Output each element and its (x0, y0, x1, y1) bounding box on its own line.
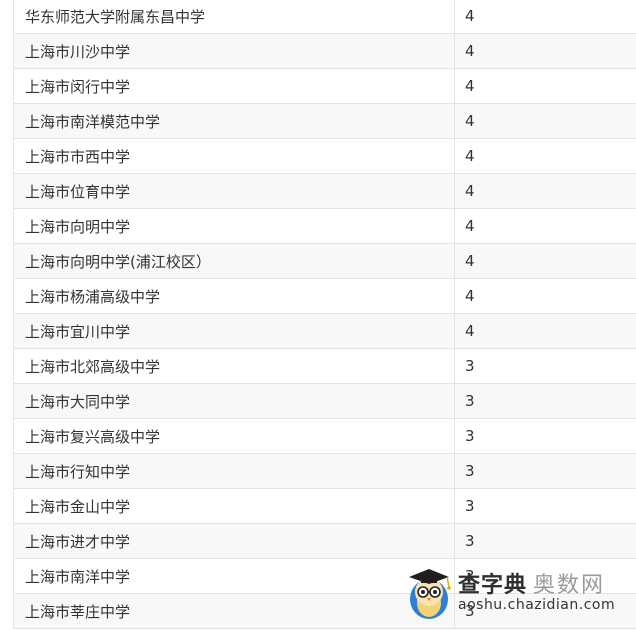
count-cell: 3 (465, 462, 475, 480)
school-name-cell: 上海市杨浦高级中学 (14, 279, 455, 313)
table-row: 上海市位育中学 4 (14, 174, 636, 209)
count-cell: 4 (465, 322, 475, 340)
count-cell: 4 (465, 7, 475, 25)
school-table: 华东师范大学附属东昌中学 4 上海市川沙中学 4 上海市闵行中学 4 上海市南洋模范中学 4 上… (13, 0, 636, 629)
table-row: 上海市宜川中学 4 (14, 314, 636, 349)
table-row: 上海市市西中学 4 (14, 139, 636, 174)
table-row: 上海市杨浦高级中学 4 (14, 279, 636, 314)
table-row: 上海市川沙中学 4 (14, 34, 636, 69)
school-name-cell: 上海市宜川中学 (14, 314, 455, 348)
school-name-cell: 华东师范大学附属东昌中学 (14, 0, 455, 33)
count-cell: 4 (465, 287, 475, 305)
school-name-cell: 上海市大同中学 (14, 384, 455, 418)
table-row: 上海市大同中学 3 (14, 384, 636, 419)
table-row: 上海市南洋模范中学 4 (14, 104, 636, 139)
count-cell: 3 (465, 532, 475, 550)
count-cell: 4 (465, 217, 475, 235)
school-name-cell: 上海市位育中学 (14, 174, 455, 208)
school-name-cell: 上海市南洋模范中学 (14, 104, 455, 138)
count-cell: 3 (465, 427, 475, 445)
count-cell: 4 (465, 112, 475, 130)
count-cell: 4 (465, 147, 475, 165)
count-cell: 3 (465, 567, 475, 585)
table-row: 上海市向明中学(浦江校区） 4 (14, 244, 636, 279)
table-row: 上海市金山中学 3 (14, 489, 636, 524)
count-cell: 4 (465, 77, 475, 95)
table-row: 上海市闵行中学 4 (14, 69, 636, 104)
table-row: 上海市莘庄中学 3 (14, 594, 636, 629)
count-cell: 3 (465, 392, 475, 410)
table-row: 上海市行知中学 3 (14, 454, 636, 489)
school-name-cell: 上海市向明中学 (14, 209, 455, 243)
count-cell: 4 (465, 42, 475, 60)
count-cell: 4 (465, 252, 475, 270)
school-name-cell: 上海市向明中学(浦江校区） (14, 244, 455, 278)
table-row: 上海市复兴高级中学 3 (14, 419, 636, 454)
table-row: 上海市向明中学 4 (14, 209, 636, 244)
table-row: 上海市南洋中学 3 (14, 559, 636, 594)
school-name-cell: 上海市闵行中学 (14, 69, 455, 103)
school-name-cell: 上海市川沙中学 (14, 34, 455, 68)
school-name-cell: 上海市金山中学 (14, 489, 455, 523)
count-cell: 4 (465, 182, 475, 200)
count-cell: 3 (465, 602, 475, 620)
school-name-cell: 上海市行知中学 (14, 454, 455, 488)
school-name-cell: 上海市北郊高级中学 (14, 349, 455, 383)
count-cell: 3 (465, 497, 475, 515)
school-name-cell: 上海市进才中学 (14, 524, 455, 558)
school-name-cell: 上海市复兴高级中学 (14, 419, 455, 453)
school-name-cell: 上海市南洋中学 (14, 559, 455, 593)
table-row: 上海市北郊高级中学 3 (14, 349, 636, 384)
school-name-cell: 上海市莘庄中学 (14, 594, 455, 628)
table-row: 华东师范大学附属东昌中学 4 (14, 0, 636, 34)
table-row: 上海市进才中学 3 (14, 524, 636, 559)
count-cell: 3 (465, 357, 475, 375)
school-name-cell: 上海市市西中学 (14, 139, 455, 173)
